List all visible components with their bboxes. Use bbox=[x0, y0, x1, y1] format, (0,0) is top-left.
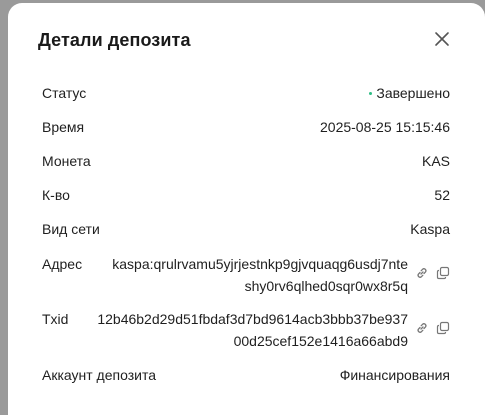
txid-value: 12b46b2d29d51fbdaf3d7bd9614acb3bbb37be93… bbox=[78, 308, 408, 352]
coin-label: Монета bbox=[42, 153, 91, 169]
address-line-1: kaspa:qrulrvamu5yjrjestnkp9gjvquaqg6usdj… bbox=[112, 256, 408, 272]
time-value: 2025-08-25 15:15:46 bbox=[320, 119, 450, 135]
address-value: kaspa:qrulrvamu5yjrjestnkp9gjvquaqg6usdj… bbox=[78, 253, 408, 297]
copy-icon[interactable] bbox=[436, 266, 450, 280]
status-value: Завершено bbox=[369, 82, 450, 104]
amount-value: 52 bbox=[434, 187, 450, 203]
address-label: Адрес bbox=[42, 256, 83, 272]
status-label: Статус bbox=[42, 85, 87, 101]
time-label: Время bbox=[42, 119, 85, 135]
txid-line-2: 00d25cef152e1416a66abd9 bbox=[233, 333, 408, 349]
txid-line-1: 12b46b2d29d51fbdaf3d7bd9614acb3bbb37be93… bbox=[97, 311, 408, 327]
txid-label: Txid bbox=[42, 311, 69, 327]
account-value: Финансирования bbox=[339, 367, 450, 383]
deposit-details-dialog: Детали депозита Статус Завершено Время 2… bbox=[8, 3, 485, 415]
copy-icon[interactable] bbox=[436, 321, 450, 335]
close-icon[interactable] bbox=[433, 30, 451, 48]
txid-row: Txid 12b46b2d29d51fbdaf3d7bd9614acb3bbb3… bbox=[42, 308, 450, 354]
link-icon[interactable] bbox=[415, 321, 429, 335]
account-label: Аккаунт депозита bbox=[42, 367, 157, 383]
dialog-title: Детали депозита bbox=[38, 30, 191, 50]
status-text: Завершено bbox=[376, 85, 450, 101]
amount-label: К-во bbox=[42, 187, 70, 203]
link-icon[interactable] bbox=[415, 266, 429, 280]
network-value: Kaspa bbox=[410, 221, 450, 237]
coin-value: KAS bbox=[421, 153, 450, 169]
status-dot-icon bbox=[369, 91, 373, 95]
network-label: Вид сети bbox=[42, 221, 100, 237]
address-row: Адрес kaspa:qrulrvamu5yjrjestnkp9gjvquaq… bbox=[42, 253, 450, 299]
address-line-2: shy0rv6qlhed0sqr0wx8r5q bbox=[244, 278, 408, 294]
